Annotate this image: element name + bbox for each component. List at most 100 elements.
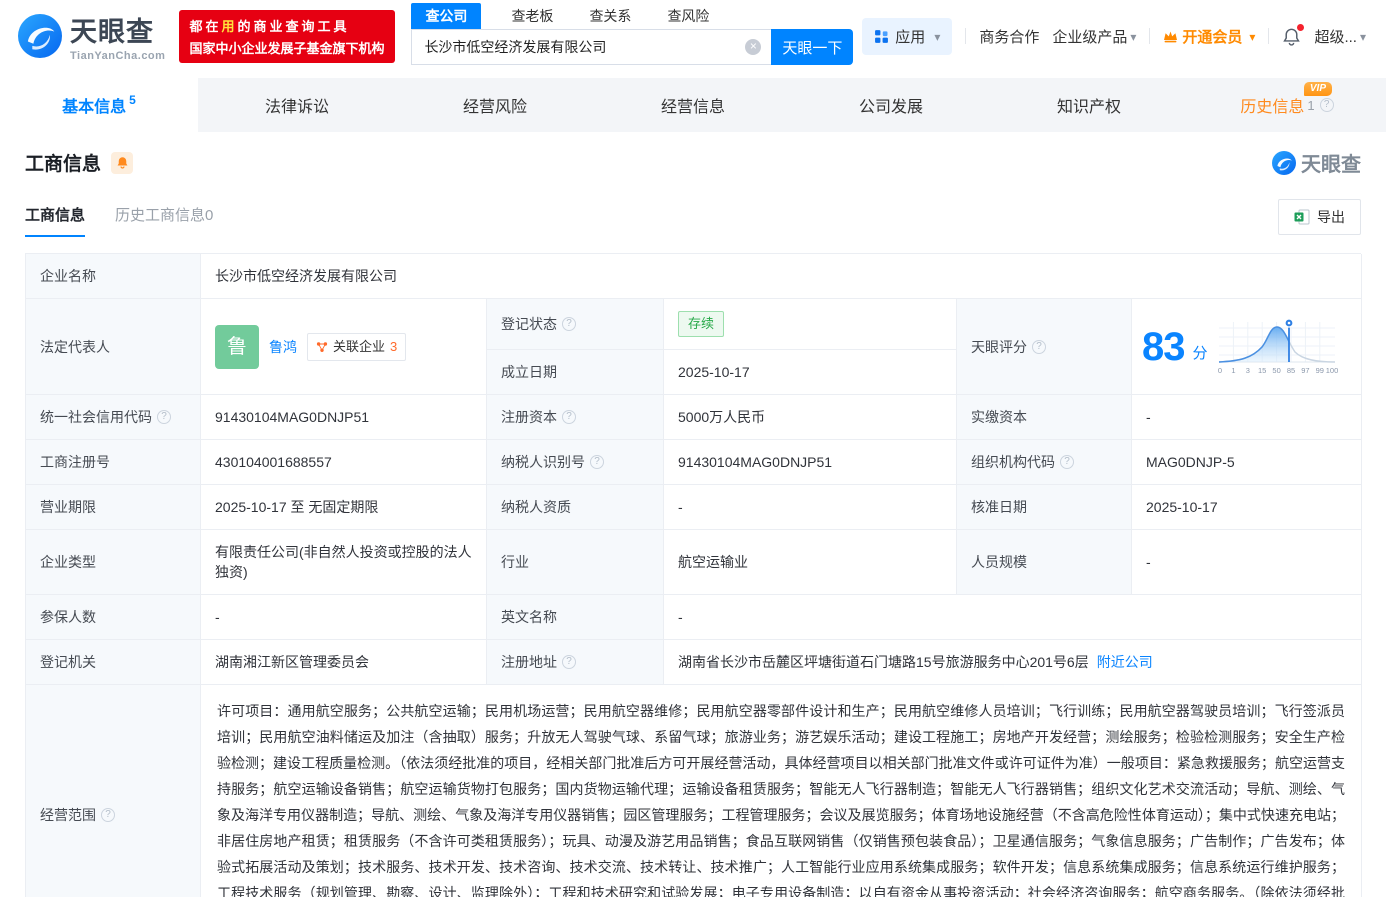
business-scope-value: 许可项目：通用航空服务；公共航空运输；民用机场运营；民用航空器维修；民用航空器零…	[201, 685, 1362, 897]
approval-date-label: 核准日期	[957, 485, 1132, 530]
insured-count-label: 参保人数	[26, 595, 201, 640]
establish-date-value: 2025-10-17	[664, 350, 957, 395]
main-content: 工商信息 天眼查 工商信息 历史工商信息0 导出 企业名称 长沙市低空经济发展有…	[0, 148, 1386, 897]
tab-intellectual-property[interactable]: 知识产权	[990, 78, 1188, 132]
tab-history-info[interactable]: VIP 历史信息 1	[1188, 78, 1386, 132]
help-icon[interactable]	[590, 455, 604, 469]
svg-text:85: 85	[1286, 366, 1294, 375]
search-input[interactable]	[412, 39, 733, 55]
insured-count-value: -	[201, 595, 487, 640]
slogan-line1: 都在用的商业查询工具	[189, 18, 350, 34]
help-icon[interactable]	[1060, 455, 1074, 469]
nearby-companies-link[interactable]: 附近公司	[1097, 652, 1153, 672]
tab-company-development[interactable]: 公司发展	[792, 78, 990, 132]
svg-text:15: 15	[1258, 366, 1266, 375]
tab-basic-info[interactable]: 基本信息 5	[0, 78, 198, 132]
help-icon[interactable]	[101, 808, 115, 822]
score-value: 83 分 0 1 3 15 50 85 97 99 100	[1132, 299, 1362, 395]
svg-text:1: 1	[1231, 366, 1235, 375]
reg-capital-value: 5000万人民币	[664, 395, 957, 440]
menu-enterprise-products[interactable]: 企业级产品	[1052, 26, 1136, 47]
top-menu: 应用 商务合作 企业级产品 开通会员 超级...	[862, 17, 1366, 55]
reg-address-label: 注册地址	[487, 640, 664, 685]
help-icon[interactable]	[562, 317, 576, 331]
company-type-value: 有限责任公司(非自然人投资或控股的法人独资)	[201, 530, 487, 595]
menu-open-vip[interactable]: 开通会员	[1163, 26, 1255, 47]
svg-text:99: 99	[1315, 366, 1323, 375]
business-scope-label: 经营范围	[26, 685, 201, 897]
apps-menu[interactable]: 应用	[862, 17, 953, 55]
subtab-business-registration[interactable]: 工商信息	[25, 204, 86, 237]
tab-business-risk[interactable]: 经营风险	[396, 78, 594, 132]
company-name-label: 企业名称	[26, 254, 201, 299]
chevron-down-icon	[1127, 28, 1136, 45]
reg-address-value: 湖南省长沙市岳麓区坪塘街道石门塘路15号旅游服务中心201号6层 附近公司	[664, 640, 1362, 685]
help-icon[interactable]	[562, 655, 576, 669]
tab-business-info[interactable]: 经营信息	[594, 78, 792, 132]
chevron-down-icon	[931, 28, 940, 45]
staff-size-value: -	[1132, 530, 1362, 595]
score-number: 83	[1142, 324, 1185, 369]
search-tab-boss[interactable]: 查老板	[505, 3, 559, 29]
related-companies-badge[interactable]: 关联企业 3	[307, 332, 407, 361]
search-area: 查公司 查老板 查关系 查风险 天眼一下	[411, 0, 854, 65]
tab-legal-proceedings[interactable]: 法律诉讼	[198, 78, 396, 132]
search-tab-risk[interactable]: 查风险	[661, 3, 715, 29]
svg-text:97: 97	[1301, 366, 1309, 375]
section-bell-icon[interactable]	[111, 151, 134, 174]
notification-dot	[1297, 23, 1305, 31]
menu-cooperation[interactable]: 商务合作	[979, 26, 1039, 47]
credit-code-value: 91430104MAG0DNJP51	[201, 395, 487, 440]
tianyancha-company-page: 天眼查 TianYanCha.com 都在用的商业查询工具 国家中小企业发展子基…	[0, 0, 1386, 897]
tianyancha-logo[interactable]: 天眼查 TianYanCha.com	[18, 10, 165, 62]
logo-title: 天眼查	[70, 17, 154, 47]
svg-text:100: 100	[1325, 366, 1337, 375]
tab-count: 1	[1307, 97, 1315, 113]
search-tab-relation[interactable]: 查关系	[583, 3, 637, 29]
export-button[interactable]: 导出	[1278, 199, 1361, 235]
business-term-label: 营业期限	[26, 485, 201, 530]
vip-badge: VIP	[1303, 82, 1332, 96]
company-type-label: 企业类型	[26, 530, 201, 595]
subtab-history-registration[interactable]: 历史工商信息0	[115, 204, 213, 237]
search-button[interactable]: 天眼一下	[771, 29, 854, 65]
taxpayer-quality-value: -	[664, 485, 957, 530]
score-distribution-chart: 0 1 3 15 50 85 97 99 100	[1217, 317, 1338, 375]
business-info-table: 企业名称 长沙市低空经济发展有限公司 法定代表人 鲁 鲁鸿 关联企业 3 登记状态…	[25, 253, 1362, 897]
score-unit: 分	[1192, 344, 1208, 362]
clear-search-icon[interactable]	[745, 39, 762, 55]
legal-rep-avatar[interactable]: 鲁	[215, 324, 259, 369]
org-code-label: 组织机构代码	[957, 440, 1132, 485]
reg-number-label: 工商注册号	[26, 440, 201, 485]
approval-date-value: 2025-10-17	[1132, 485, 1362, 530]
paid-capital-value: -	[1132, 395, 1362, 440]
legal-rep-name-link[interactable]: 鲁鸿	[269, 337, 297, 357]
svg-text:50: 50	[1272, 366, 1280, 375]
notification-bell-icon[interactable]	[1282, 23, 1305, 46]
score-label: 天眼评分	[957, 299, 1132, 395]
tab-count: 5	[129, 93, 136, 107]
help-icon[interactable]	[1032, 339, 1046, 354]
reg-status-label: 登记状态	[487, 299, 664, 350]
divider	[1149, 28, 1151, 44]
svg-text:0: 0	[1217, 366, 1221, 375]
menu-super-vip[interactable]: 超级...	[1314, 26, 1366, 47]
reg-number-value: 430104001688557	[201, 440, 487, 485]
tianyancha-logo-icon	[18, 14, 62, 58]
chevron-down-icon	[1246, 28, 1255, 45]
help-icon[interactable]	[562, 410, 576, 424]
excel-icon	[1294, 209, 1310, 225]
english-name-label: 英文名称	[487, 595, 664, 640]
industry-label: 行业	[487, 530, 664, 595]
top-header: 天眼查 TianYanCha.com 都在用的商业查询工具 国家中小企业发展子基…	[0, 0, 1386, 72]
status-badge: 存续	[678, 311, 725, 337]
help-icon[interactable]	[157, 410, 171, 424]
divider	[965, 28, 967, 44]
help-icon[interactable]	[1319, 98, 1334, 112]
paid-capital-label: 实缴资本	[957, 395, 1132, 440]
reg-authority-value: 湖南湘江新区管理委员会	[201, 640, 487, 685]
search-tab-company[interactable]: 查公司	[411, 3, 482, 29]
divider	[1268, 28, 1270, 44]
taxpayer-id-value: 91430104MAG0DNJP51	[664, 440, 957, 485]
apps-menu-label: 应用	[895, 28, 926, 46]
